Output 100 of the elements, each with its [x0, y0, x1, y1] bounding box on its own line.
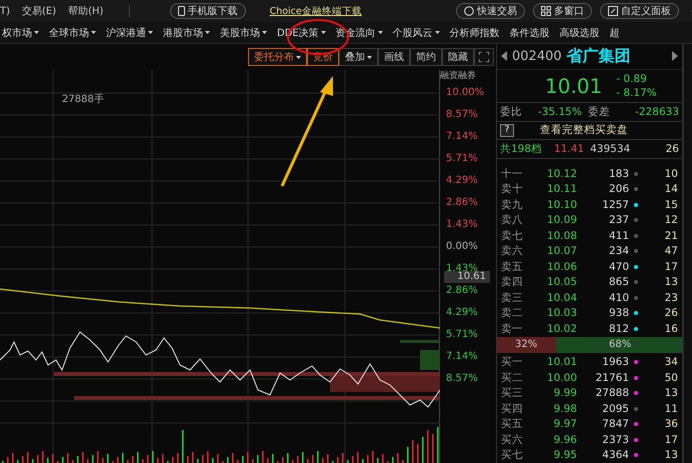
last-price: 10.01: [545, 74, 602, 98]
diff-value: -228633: [635, 106, 679, 118]
download-link[interactable]: Choice金融终端下载: [270, 4, 362, 18]
order-price: 10.06: [546, 260, 577, 273]
level-label: 买二: [501, 370, 524, 385]
order-volume: 812: [608, 322, 629, 335]
order-volume: 1963: [601, 356, 629, 368]
order-price: 10.03: [546, 307, 577, 320]
order-count: 16: [664, 322, 678, 335]
order-price: 10.01: [546, 356, 577, 368]
order-price: 10.11: [546, 183, 577, 196]
toolbar-button[interactable]: 快速交易: [456, 3, 525, 19]
axis-label: 7.14%: [446, 351, 478, 363]
order-count: 11: [664, 402, 678, 415]
market-tab[interactable]: 全球市场: [44, 22, 101, 43]
order-price: 10.07: [546, 245, 577, 258]
level-label: 买六: [501, 432, 524, 447]
chart-tool-button[interactable]: 画线: [378, 48, 410, 66]
ratio-value: -35.15%: [538, 106, 582, 118]
order-price: 10.00: [546, 372, 577, 384]
order-price: 10.05: [546, 276, 577, 288]
total-volume: 439534: [590, 143, 630, 156]
order-price: 9.97: [552, 418, 577, 430]
order-price: 10.09: [546, 214, 577, 226]
axis-label: 5.71%: [446, 329, 478, 341]
percent-change: - 8.17%: [616, 86, 657, 100]
level-label: 卖五: [501, 260, 524, 274]
chart-tool-button[interactable]: 隐藏: [442, 48, 474, 66]
chart-tool-button[interactable]: 简约: [410, 48, 442, 66]
level-label: 卖九: [501, 198, 524, 212]
bid-share: 32%: [515, 338, 538, 352]
market-tab[interactable]: 港股市场: [158, 22, 215, 43]
order-price: 9.95: [552, 449, 577, 462]
previous-icon[interactable]: [501, 51, 507, 62]
level-label: 买四: [501, 402, 524, 416]
phone-icon: [178, 6, 185, 16]
order-count: 14: [664, 183, 678, 196]
volume-note: 27888手: [62, 92, 104, 106]
order-volume: 7847: [601, 418, 629, 430]
order-volume: 237: [608, 214, 629, 226]
axis-label: 4.29%: [446, 175, 478, 187]
price-change: - 0.89: [616, 72, 648, 86]
order-volume: 21761: [594, 372, 629, 384]
chart-tool-button[interactable]: 委托分布: [248, 48, 307, 66]
order-volume: 1257: [601, 198, 629, 211]
stock-name: 省广集团: [566, 46, 632, 67]
order-count: 21: [664, 230, 678, 242]
order-count: 15: [664, 198, 678, 211]
level-label: 卖三: [501, 290, 524, 305]
toolbar-button[interactable]: 自定义面板: [600, 3, 679, 19]
order-volume: 183: [608, 168, 629, 180]
level-label: 卖七: [501, 228, 524, 243]
order-count: 47: [664, 245, 678, 258]
full-book-link[interactable]: 查看完整档买卖盘: [540, 123, 628, 138]
order-volume: 4364: [601, 449, 629, 462]
order-count: 17: [664, 260, 678, 273]
menu-item[interactable]: 帮助(H): [68, 4, 104, 18]
order-volume: 470: [608, 260, 629, 273]
market-tab[interactable]: 美股市场: [215, 22, 272, 43]
menu-item[interactable]: T): [0, 6, 10, 16]
level-label: 十一: [501, 166, 524, 181]
order-count: 12: [664, 214, 678, 226]
order-volume: 865: [608, 276, 629, 288]
order-count: 13: [664, 387, 678, 400]
order-price: 10.04: [546, 292, 577, 304]
order-count: 36: [664, 418, 678, 430]
market-tab[interactable]: 条件选股: [504, 22, 555, 43]
axis-label: 10.00%: [446, 87, 484, 99]
market-tab[interactable]: 超: [604, 22, 625, 43]
level-label: 卖八: [501, 213, 524, 228]
level-label: 买一: [501, 355, 524, 370]
coin-icon: [464, 6, 474, 16]
market-tab[interactable]: 分析师指数: [444, 22, 505, 43]
menu-item[interactable]: 交易(E): [22, 4, 56, 18]
level-label: 买七: [501, 448, 524, 462]
order-volume: 2373: [601, 434, 629, 446]
help-button[interactable]: ?: [500, 124, 514, 137]
axis-label: 2.86%: [446, 197, 478, 209]
level-label: 卖十: [501, 182, 524, 196]
order-price: 10.10: [546, 198, 577, 211]
level-label: 卖一: [501, 322, 524, 336]
market-tab[interactable]: 个股风云: [388, 22, 445, 43]
toolbar-button[interactable]: 多窗口: [532, 3, 592, 19]
next-icon[interactable]: [672, 51, 678, 62]
order-count: 23: [664, 292, 678, 304]
level-label: 卖六: [501, 244, 524, 258]
market-tab[interactable]: 沪深港通: [101, 22, 158, 43]
ratio-label: 委比: [500, 104, 522, 119]
order-price: 10.02: [546, 322, 577, 335]
total-levels: 共198档: [500, 142, 542, 156]
market-tab[interactable]: 高级选股: [554, 22, 605, 43]
market-tab[interactable]: 权市场: [0, 22, 44, 43]
axis-label: 5.71%: [446, 153, 478, 165]
level-label: 卖二: [501, 306, 524, 320]
fullscreen-button[interactable]: [474, 48, 494, 66]
order-price: 10.12: [546, 168, 577, 180]
toolbar-button[interactable]: 手机版下载: [170, 3, 246, 19]
chart-tool-button[interactable]: 叠加: [339, 48, 378, 66]
margin-label: 融资融券: [440, 70, 477, 82]
order-price: 9.96: [552, 434, 577, 446]
